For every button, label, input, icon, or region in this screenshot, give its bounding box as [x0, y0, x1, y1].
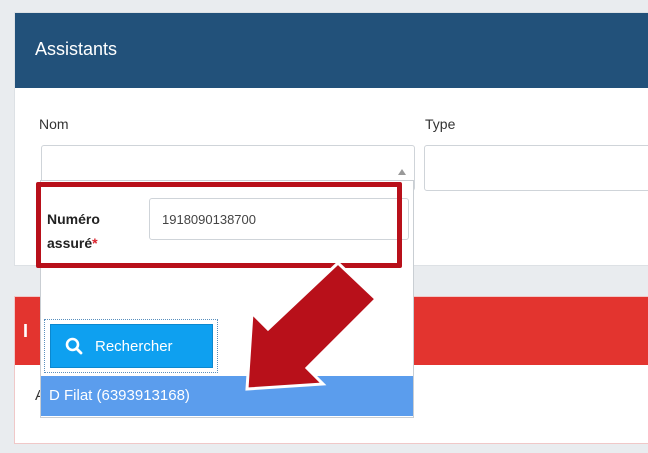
- search-button[interactable]: Rechercher: [50, 324, 213, 368]
- nom-dropdown: Numéro assuré* Rechercher D Filat (63939…: [40, 180, 414, 418]
- required-mark: *: [92, 235, 98, 251]
- caret-up-icon: [398, 169, 406, 175]
- nom-label: Nom: [39, 116, 69, 132]
- numero-assure-input[interactable]: [149, 198, 409, 240]
- panel-header: Assistants: [15, 13, 648, 88]
- search-icon: [65, 337, 83, 355]
- type-select[interactable]: [424, 145, 648, 191]
- panel-title: Assistants: [35, 39, 118, 59]
- type-label: Type: [425, 116, 456, 132]
- results-panel-title: I: [23, 321, 29, 341]
- search-result-item[interactable]: D Filat (6393913168): [41, 376, 413, 416]
- search-button-label: Rechercher: [95, 337, 173, 355]
- numero-assure-label: Numéro assuré*: [47, 207, 127, 255]
